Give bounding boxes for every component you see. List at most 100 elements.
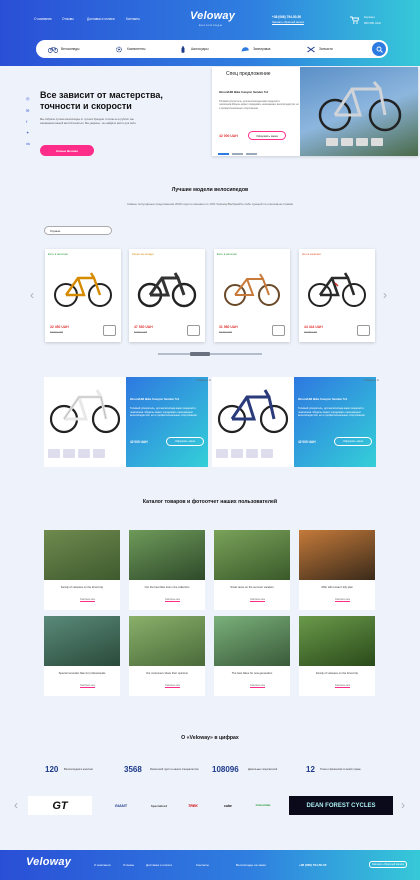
gallery-card[interactable]: Our the best bike lover nice collection … bbox=[129, 530, 205, 610]
featured-order-button[interactable]: Оформить заказ bbox=[166, 437, 204, 446]
gallery-card[interactable]: Our customers share their opinions Смотр… bbox=[129, 616, 205, 696]
featured-price: 42 000 UAH bbox=[298, 440, 316, 444]
gallery-card[interactable]: Family of velosses on the forest trip См… bbox=[44, 530, 120, 610]
offer-price: 42 000 UAH bbox=[219, 134, 238, 138]
gallery-card[interactable]: Smile races on the summer vacation Смотр… bbox=[214, 530, 290, 610]
category-accessories[interactable]: Аксессуары bbox=[178, 45, 209, 53]
featured-card[interactable]: Новинка в 1х Ghost/Hill Bike Canyon Send… bbox=[212, 377, 379, 467]
gallery-card[interactable]: Special mountain bike for professionals … bbox=[44, 616, 120, 696]
brand-logo-gt[interactable]: GT bbox=[28, 796, 92, 815]
thumbnail[interactable] bbox=[246, 449, 258, 458]
brands-prev-icon[interactable]: ‹ bbox=[14, 798, 18, 812]
product-card[interactable]: Есть в наличии 31 980 UAH 38 200 UAH bbox=[214, 249, 290, 342]
logo[interactable]: Veloway bbox=[190, 10, 235, 22]
scrollbar-thumb[interactable] bbox=[190, 352, 210, 356]
thumbnail[interactable] bbox=[341, 138, 353, 146]
offer-name: Ghost/Hill Bike Canyon Sender 5.0 bbox=[219, 90, 269, 94]
footer-phone[interactable]: +38 (066) 794-50-50 bbox=[299, 863, 326, 867]
category-parts[interactable]: Запчасти bbox=[306, 45, 333, 53]
nav-contacts[interactable]: Контакты bbox=[126, 17, 140, 21]
pagination-dot[interactable] bbox=[232, 153, 243, 155]
gallery-title: Каталог товаров и фотоотчет наших пользо… bbox=[142, 499, 278, 505]
gallery-link[interactable]: Смотреть все bbox=[250, 684, 266, 688]
brand-logo-specialized[interactable]: Specialized bbox=[148, 796, 170, 815]
brands-next-icon[interactable]: › bbox=[401, 798, 405, 812]
twitter-icon[interactable]: ✦ bbox=[26, 130, 29, 135]
category-components[interactable]: Компоненты bbox=[114, 45, 145, 53]
cart-icon[interactable] bbox=[350, 16, 359, 24]
product-old-price: 48 875 UAH bbox=[304, 331, 318, 334]
brand-logo-cannondale[interactable]: Cannondale bbox=[252, 796, 274, 815]
search-button[interactable] bbox=[372, 42, 386, 56]
add-to-cart-button[interactable] bbox=[103, 325, 116, 336]
footer-nav-contacts[interactable]: Контакты bbox=[196, 863, 209, 867]
thumbnail[interactable] bbox=[48, 449, 60, 458]
add-to-cart-button[interactable] bbox=[272, 325, 285, 336]
bottle-icon bbox=[181, 45, 185, 53]
footer-callback-button[interactable]: Заказать обратный звонок bbox=[369, 861, 407, 868]
thumbnail[interactable] bbox=[356, 138, 368, 146]
gallery-photo bbox=[44, 616, 120, 666]
gallery-link[interactable]: Смотреть все bbox=[250, 598, 266, 602]
brand-logo-dean-forest[interactable]: DEAN FOREST CYCLES bbox=[289, 796, 393, 815]
thumbnail[interactable] bbox=[93, 449, 105, 458]
thumbnail[interactable] bbox=[231, 449, 243, 458]
next-arrow-icon[interactable]: › bbox=[383, 288, 387, 302]
footer-logo[interactable]: Veloway bbox=[26, 856, 71, 868]
helmet-icon bbox=[241, 46, 249, 51]
brand-logo-giant[interactable]: GIANT bbox=[108, 796, 134, 815]
thumbnail[interactable] bbox=[78, 449, 90, 458]
category-equipment[interactable]: Экипировка bbox=[240, 45, 270, 53]
facebook-icon[interactable]: f bbox=[26, 119, 27, 124]
product-card[interactable]: Нет в наличии 44 444 UAH 48 875 UAH bbox=[299, 249, 375, 342]
gallery-link[interactable]: Смотреть все bbox=[80, 598, 96, 602]
footer-nav-reviews[interactable]: Отзывы bbox=[123, 863, 134, 867]
thumbnail[interactable] bbox=[326, 138, 338, 146]
cart-label[interactable]: Корзина bbox=[364, 15, 375, 19]
footer-nav-delivery[interactable]: Доставка и оплата bbox=[146, 863, 172, 867]
product-price: 31 980 UAH bbox=[219, 325, 238, 329]
brand-logo-cube[interactable]: cube bbox=[216, 796, 240, 815]
hero-button[interactable]: Новые Велики bbox=[40, 145, 94, 156]
footer-nav-about[interactable]: О компании bbox=[94, 863, 111, 867]
gallery-link[interactable]: Смотреть все bbox=[165, 598, 181, 602]
thumbnail[interactable] bbox=[63, 449, 75, 458]
thumbnail[interactable] bbox=[371, 138, 383, 146]
category-bikes[interactable]: Велосипеды bbox=[48, 45, 79, 53]
nav-about[interactable]: О компании bbox=[34, 17, 52, 21]
carousel-scrollbar[interactable] bbox=[158, 352, 262, 356]
thumbnail[interactable] bbox=[261, 449, 273, 458]
pagination-dot[interactable] bbox=[246, 153, 257, 155]
callback-link[interactable]: Заказать обратный звонок bbox=[272, 21, 304, 24]
header-phone[interactable]: +38 (066) 794-50-50 bbox=[272, 15, 301, 19]
featured-order-button[interactable]: Оформить заказ bbox=[334, 437, 372, 446]
vk-icon[interactable]: vk bbox=[26, 141, 30, 146]
thumbnail[interactable] bbox=[216, 449, 228, 458]
instagram-icon[interactable]: ◎ bbox=[26, 96, 30, 101]
nav-delivery[interactable]: Доставка и оплата bbox=[87, 17, 115, 21]
brand-logo-trek[interactable]: TREK bbox=[183, 796, 203, 815]
product-card[interactable]: Скоро на складе 47 530 UAH 53 960 UAH bbox=[129, 249, 205, 342]
gallery-link[interactable]: Смотреть все bbox=[335, 684, 351, 688]
gallery-link[interactable]: Смотреть все bbox=[165, 684, 181, 688]
pagination-dot[interactable] bbox=[218, 153, 229, 155]
category-select[interactable]: Горные bbox=[44, 226, 112, 235]
gallery-card[interactable]: Family of velosses on the forest trip См… bbox=[299, 616, 375, 696]
featured-name: Ghost/Hill Bike Canyon Sender 5.0 bbox=[298, 397, 348, 401]
featured-card[interactable]: Новинка в 1х Ghost/Hill Bike Canyon Send… bbox=[44, 377, 211, 467]
add-to-cart-button[interactable] bbox=[187, 325, 200, 336]
gallery-link[interactable]: Смотреть все bbox=[80, 684, 96, 688]
offer-heading: Спец предложение bbox=[226, 71, 271, 77]
nav-reviews[interactable]: Отзывы bbox=[62, 17, 74, 21]
gallery-link[interactable]: Смотреть все bbox=[335, 598, 351, 602]
offer-order-button[interactable]: Оформить заказ bbox=[248, 131, 286, 140]
product-card[interactable]: Есть в наличии 32 450 UAH 33 900 UAH bbox=[45, 249, 121, 342]
add-to-cart-button[interactable] bbox=[357, 325, 370, 336]
stat-label: Довольных покупателей bbox=[248, 768, 278, 771]
gallery-card[interactable]: The best bikes for new generation Смотре… bbox=[214, 616, 290, 696]
prev-arrow-icon[interactable]: ‹ bbox=[30, 288, 34, 302]
mail-icon[interactable]: ✉ bbox=[26, 108, 29, 113]
footer-nav-custom[interactable]: Велосипеды на заказ bbox=[236, 863, 266, 867]
gallery-card[interactable]: Offer still remain’t tidy plan Смотреть … bbox=[299, 530, 375, 610]
product-price: 44 444 UAH bbox=[304, 325, 323, 329]
